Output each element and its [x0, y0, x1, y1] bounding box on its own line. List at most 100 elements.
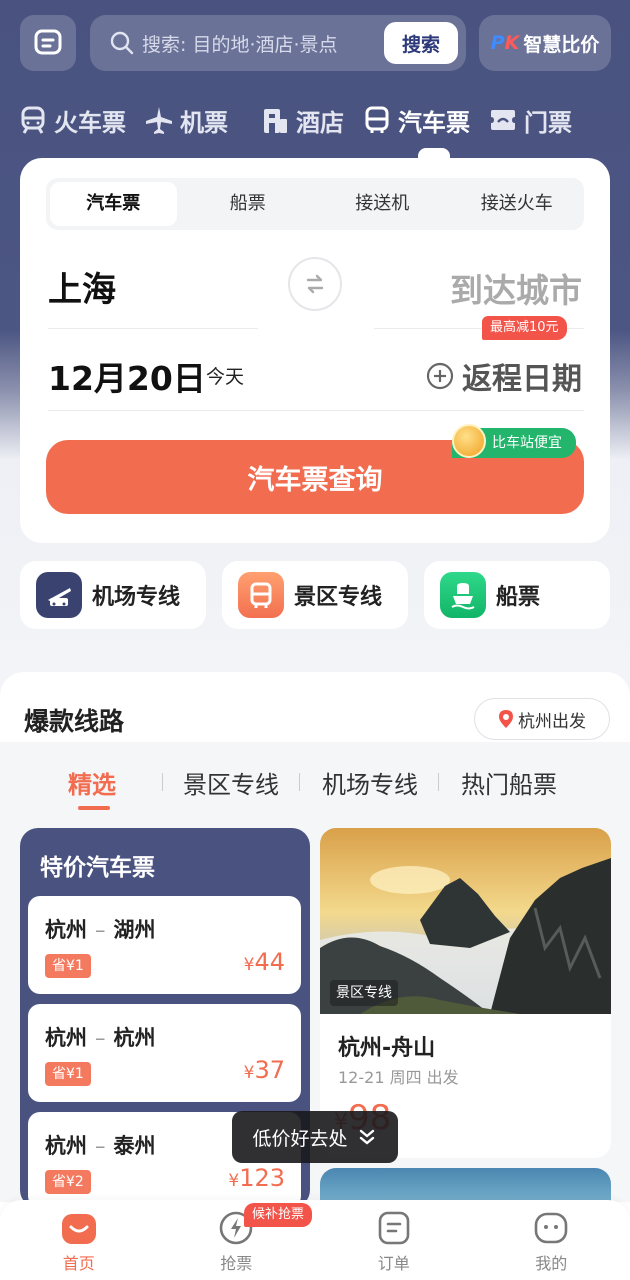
order-icon	[378, 1211, 410, 1245]
nav-label: 订单	[377, 1254, 410, 1273]
route-from: 杭州	[45, 1026, 87, 1050]
nav-label: 首页	[62, 1254, 95, 1273]
nav-profile[interactable]: 我的	[473, 1200, 630, 1280]
departure-city[interactable]: 上海	[48, 262, 116, 311]
message-icon	[34, 29, 62, 55]
route-to: 湖州	[113, 918, 156, 942]
currency-symbol: ¥	[228, 1171, 240, 1191]
quick-entry-scenic-line[interactable]: 景区专线	[222, 561, 408, 629]
route-price: ¥123	[228, 1164, 285, 1192]
airport-bus-icon	[36, 572, 82, 618]
ticket-icon	[491, 110, 515, 130]
tab-label: 机票	[180, 108, 228, 137]
nav-label: 我的	[535, 1254, 568, 1273]
tab-tickets[interactable]: 门票	[488, 103, 572, 138]
deal-route-card[interactable]: 杭州 – 湖州 省¥1 ¥44	[28, 896, 301, 994]
bottom-navigation: 首页 抢票 订单 我的	[0, 1200, 630, 1280]
scenic-bus-icon	[238, 572, 284, 618]
price-value: 44	[254, 948, 285, 976]
route-price: ¥37	[244, 1056, 285, 1084]
divider	[438, 773, 439, 791]
tab-bus[interactable]: 汽车票	[362, 103, 470, 138]
deal-route-card[interactable]: 杭州 – 杭州 省¥1 ¥37	[28, 1004, 301, 1102]
search-bar[interactable]: 搜索: 目的地·酒店·景点 搜索	[90, 15, 466, 71]
swap-icon	[306, 274, 324, 294]
currency-symbol: ¥	[243, 1063, 255, 1083]
train-icon	[21, 106, 45, 134]
pk-logo: PK	[490, 32, 520, 54]
departure-date[interactable]: 12月20日	[48, 352, 206, 400]
saving-badge: 省¥2	[45, 1170, 91, 1194]
waitlist-badge: 候补抢票	[244, 1203, 313, 1227]
tab-label: 火车票	[54, 108, 126, 137]
home-icon	[61, 1214, 96, 1244]
section-title: 爆款线路	[24, 707, 125, 736]
quick-entry-label: 机场专线	[92, 585, 181, 610]
date-hint: 今天	[206, 366, 245, 388]
divider	[48, 410, 584, 411]
subtab-bus[interactable]: 汽车票	[50, 182, 177, 226]
tab-train[interactable]: 火车票	[18, 103, 126, 138]
departure-info: 12-21 周四 出发	[338, 1068, 459, 1087]
message-button[interactable]	[20, 15, 76, 71]
scenic-route-card[interactable]: 景区专线 杭州-舟山 12-21 周四 出发 ¥98	[320, 828, 611, 1158]
departure-location-button[interactable]: 杭州出发	[474, 698, 610, 740]
route-to: 泰州	[113, 1134, 156, 1158]
search-button[interactable]: 搜索	[384, 22, 458, 64]
main-category-tabs: 火车票 机票 酒店 汽车票 门票	[18, 98, 618, 142]
divider	[48, 328, 258, 329]
tab-label: 汽车票	[398, 108, 470, 137]
tab-label: 门票	[524, 108, 572, 137]
price-compare-label: 智慧比价	[523, 33, 600, 56]
route-name: 杭州 – 泰州	[45, 1134, 156, 1158]
route-name: 杭州 – 湖州	[45, 918, 156, 942]
ferry-icon	[440, 572, 486, 618]
tab-hotel[interactable]: 酒店	[260, 103, 344, 138]
plus-circle-icon	[426, 362, 454, 390]
price-value: 123	[239, 1164, 285, 1192]
price-compare-button[interactable]: PK 智慧比价	[479, 15, 611, 71]
subtab-ferry[interactable]: 船票	[185, 182, 312, 226]
saving-badge: 省¥1	[45, 1062, 91, 1086]
filter-tab-ferry[interactable]: 热门船票	[461, 765, 557, 800]
subtab-airport-transfer[interactable]: 接送机	[319, 182, 446, 226]
tab-flight[interactable]: 机票	[144, 103, 228, 138]
profile-icon	[534, 1212, 568, 1244]
swap-cities-button[interactable]	[288, 257, 342, 311]
bus-icon	[365, 106, 389, 133]
route-filter-tabs: 精选 景区专线 机场专线 热门船票	[0, 760, 630, 804]
filter-tab-airport[interactable]: 机场专线	[322, 765, 418, 800]
location-pin-icon	[499, 710, 513, 728]
subtab-train-transfer[interactable]: 接送火车	[454, 182, 581, 226]
double-chevron-down-icon	[359, 1129, 374, 1145]
filter-tab-scenic[interactable]: 景区专线	[183, 765, 279, 800]
route-price: ¥44	[244, 948, 285, 976]
filter-tab-featured[interactable]: 精选	[68, 765, 116, 800]
quick-entry-label: 船票	[496, 585, 541, 610]
plane-icon	[146, 107, 172, 134]
quick-entry-label: 景区专线	[294, 585, 383, 610]
quick-entry-airport-line[interactable]: 机场专线	[20, 561, 206, 629]
return-date-label: 返程日期	[462, 362, 582, 397]
transport-sub-tabs: 汽车票 船票 接送机 接送火车	[46, 178, 584, 230]
active-filter-indicator	[78, 806, 110, 810]
search-placeholder: 搜索: 目的地·酒店·景点	[142, 33, 338, 56]
arrival-city[interactable]: 到达城市	[450, 264, 582, 312]
location-label: 杭州出发	[518, 711, 586, 732]
currency-symbol: ¥	[243, 955, 255, 975]
tab-label: 酒店	[296, 108, 344, 137]
nav-label: 抢票	[220, 1254, 253, 1273]
coin-icon	[452, 424, 486, 458]
toast-label: 低价好去处	[252, 1127, 348, 1150]
route-from: 杭州	[45, 1134, 87, 1158]
saving-badge: 省¥1	[45, 954, 91, 978]
price-value: 37	[254, 1056, 285, 1084]
quick-entry-ferry[interactable]: 船票	[424, 561, 610, 629]
discount-badge: 最高减10元	[482, 316, 567, 340]
nav-orders[interactable]: 订单	[315, 1200, 473, 1280]
nav-home[interactable]: 首页	[0, 1200, 158, 1280]
hotel-icon	[264, 109, 287, 133]
route-name: 杭州 – 杭州	[45, 1026, 156, 1050]
scroll-hint-toast[interactable]: 低价好去处	[232, 1111, 398, 1163]
return-date-button[interactable]: 返程日期	[426, 354, 582, 398]
